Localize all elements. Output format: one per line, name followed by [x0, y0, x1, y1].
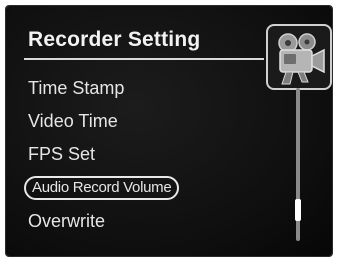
scrollbar-thumb[interactable] — [295, 199, 301, 222]
recorder-setting-screen: Recorder Setting Time Stamp Video Time F… — [6, 6, 332, 256]
menu-item-fps-set[interactable]: FPS Set — [28, 142, 95, 166]
camcorder-icon — [266, 24, 332, 90]
menu-item-time-stamp[interactable]: Time Stamp — [28, 76, 124, 100]
menu-item-video-time[interactable]: Video Time — [28, 109, 118, 133]
title-divider — [24, 58, 264, 60]
menu-item-audio-record-volume[interactable]: Audio Record Volume — [24, 176, 180, 200]
page-title: Recorder Setting — [28, 28, 201, 51]
menu-item-overwrite[interactable]: Overwrite — [28, 209, 105, 233]
